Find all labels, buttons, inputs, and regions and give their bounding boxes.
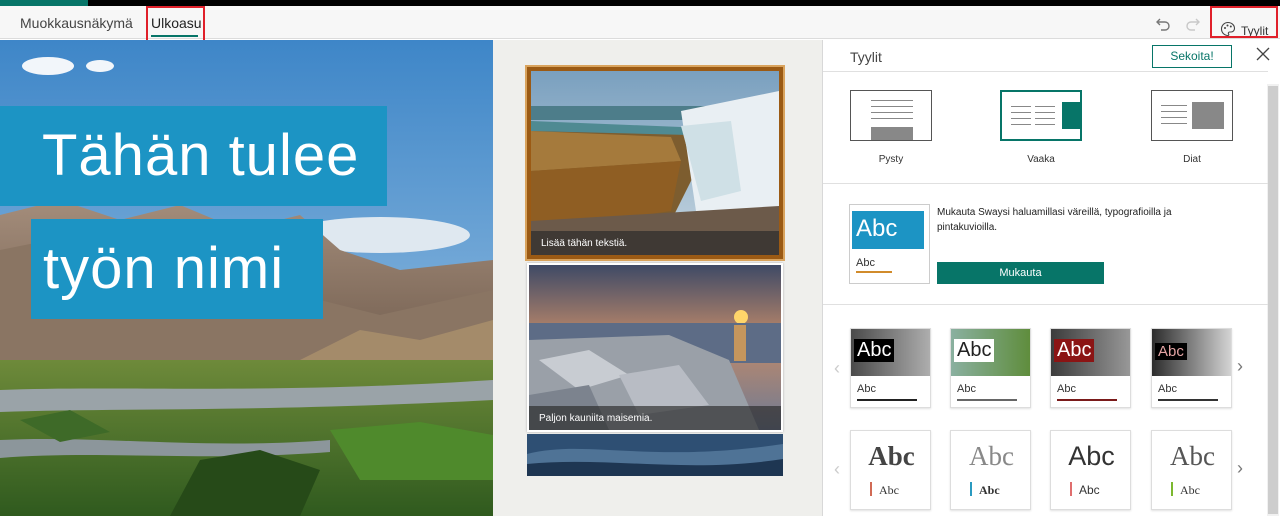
waterfall-image-card[interactable]: Lisää tähän tekstiä.: [525, 65, 785, 261]
chevron-right-icon[interactable]: ›: [1237, 458, 1243, 479]
layout-label-vertical: Pysty: [878, 154, 904, 165]
style-theme-7[interactable]: Abc Abc: [1050, 430, 1131, 510]
chevron-right-icon[interactable]: ›: [1237, 356, 1243, 377]
card1-caption[interactable]: Lisää tähän tekstiä.: [531, 231, 779, 255]
shuffle-button[interactable]: Sekoita!: [1152, 45, 1232, 68]
customize-preview: Abc Abc: [849, 204, 930, 284]
styles-panel: Tyylit Sekoita! Pysty Vaaka Diat Abc Abc…: [822, 40, 1280, 516]
chevron-left-icon[interactable]: ‹: [834, 459, 840, 480]
customize-description: Mukauta Swaysi haluamillasi väreillä, ty…: [937, 207, 1172, 233]
layout-label-horizontal: Vaaka: [1027, 154, 1055, 165]
chevron-left-icon[interactable]: ‹: [834, 358, 840, 379]
sunset-image-card[interactable]: Paljon kauniita maisemia.: [527, 263, 783, 432]
card2-caption[interactable]: Paljon kauniita maisemia.: [529, 406, 781, 430]
style-theme-5[interactable]: Abc Abc: [850, 430, 931, 510]
style-theme-8[interactable]: Abc Abc: [1151, 430, 1232, 510]
customize-button[interactable]: Mukauta: [937, 262, 1104, 284]
undo-icon[interactable]: [1152, 15, 1172, 35]
style-theme-4[interactable]: Abc Abc: [1151, 328, 1232, 408]
layout-label-slides: Diat: [1183, 154, 1201, 165]
hero-image[interactable]: Tähän tulee työn nimi: [0, 40, 493, 516]
layout-option-slides[interactable]: [1151, 90, 1233, 141]
layout-option-vertical[interactable]: [850, 90, 932, 141]
layout-option-horizontal[interactable]: [1000, 90, 1082, 141]
story-title-line1[interactable]: Tähän tulee: [0, 106, 387, 206]
panel-scrollbar-thumb[interactable]: [1268, 86, 1278, 514]
style-theme-1[interactable]: Abc Abc: [850, 328, 931, 408]
highlight-styles-button: [1210, 6, 1278, 38]
style-theme-6[interactable]: Abc Abc: [950, 430, 1031, 510]
style-theme-2[interactable]: Abc Abc: [950, 328, 1031, 408]
story-title-line2[interactable]: työn nimi: [31, 219, 323, 319]
storm-image-card[interactable]: [527, 434, 783, 476]
tab-edit-view[interactable]: Muokkausnäkymä: [20, 15, 133, 31]
redo-icon[interactable]: [1184, 15, 1204, 35]
close-icon[interactable]: [1253, 45, 1273, 65]
style-theme-3[interactable]: Abc Abc: [1050, 328, 1131, 408]
panel-divider: [823, 304, 1268, 305]
highlight-layout-tab: [146, 6, 205, 44]
panel-divider: [823, 71, 1268, 72]
panel-title: Tyylit: [850, 49, 882, 65]
panel-divider: [823, 183, 1268, 184]
